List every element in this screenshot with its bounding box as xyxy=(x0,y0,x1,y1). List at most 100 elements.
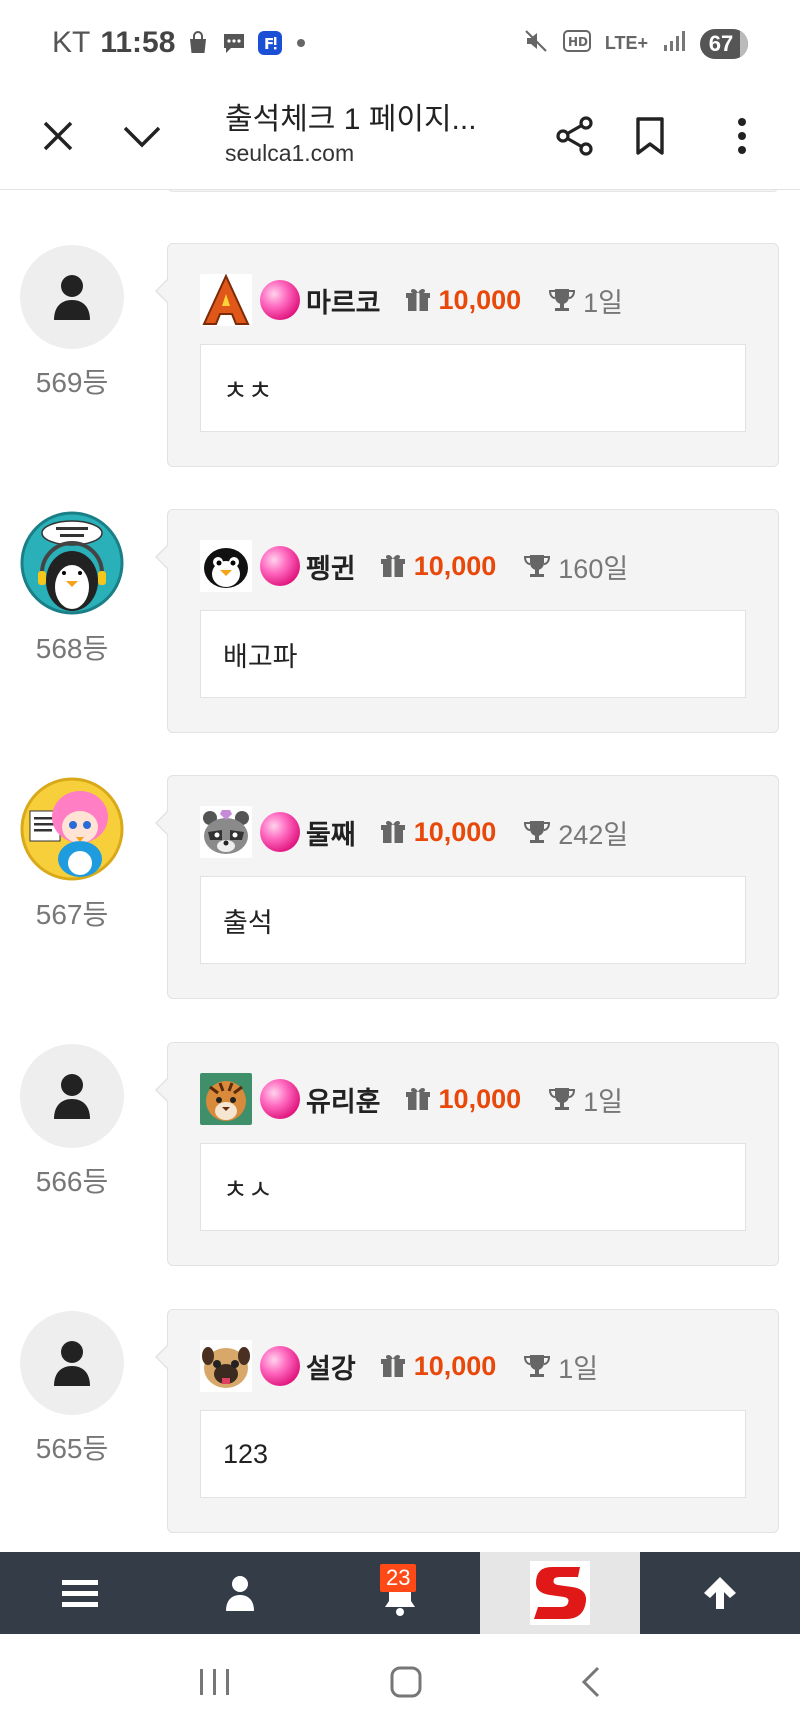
site-logo-icon xyxy=(530,1561,590,1625)
pug-icon xyxy=(200,1340,252,1392)
streak-days: 1일 xyxy=(583,287,623,318)
avatar[interactable] xyxy=(20,777,124,881)
status-left: KT 11:58 F xyxy=(52,26,306,60)
streak-days: 1일 xyxy=(558,1353,599,1384)
avatar[interactable] xyxy=(20,511,124,615)
share-icon xyxy=(556,116,593,156)
attendance-message: ㅊㅊ xyxy=(200,344,746,432)
list-item: 567등 둘째 10,000 242일 출석 xyxy=(0,775,800,1005)
entry-meta: 펭귄 10,000 160일 xyxy=(200,540,628,592)
nickname[interactable]: 둘째 xyxy=(306,813,356,852)
notifications-button[interactable]: 23 xyxy=(320,1552,480,1634)
clock: 11:58 xyxy=(100,26,176,59)
rank-label: 566등 xyxy=(35,1166,109,1197)
points-value: 10,000 xyxy=(413,816,497,847)
hd-icon: HD xyxy=(562,30,591,57)
menu-button[interactable] xyxy=(0,1552,160,1634)
battery-indicator: 67 xyxy=(700,28,748,59)
nickname[interactable]: 유리훈 xyxy=(306,1080,381,1119)
gift-icon xyxy=(380,819,406,845)
network-type-label: LTE+ xyxy=(604,33,648,53)
recent-apps-button[interactable] xyxy=(178,1657,252,1712)
home-icon xyxy=(390,1666,422,1697)
avatar[interactable] xyxy=(20,245,124,349)
more-notifications-dot xyxy=(297,39,306,47)
entry-meta: 둘째 10,000 242일 xyxy=(200,806,628,858)
entry-meta: 마르코 10,000 1일 xyxy=(200,274,623,326)
streak-days: 160일 xyxy=(558,553,629,584)
default-user-icon xyxy=(54,1341,90,1386)
nickname[interactable]: 마르코 xyxy=(306,281,381,320)
entry-meta: 유리훈 10,000 1일 xyxy=(200,1073,623,1125)
entry-card: 유리훈 10,000 1일 ㅊㅅ xyxy=(155,1042,779,1266)
gift-icon xyxy=(380,553,406,579)
page-title: 출석체크 1 페이지... xyxy=(225,103,477,136)
svg-text:HD: HD xyxy=(568,35,588,49)
penguin-icon xyxy=(200,540,252,592)
entry-meta: 설강 10,000 1일 xyxy=(200,1340,598,1392)
attendance-message: 배고파 xyxy=(200,610,746,698)
nickname[interactable]: 펭귄 xyxy=(306,547,356,586)
default-user-icon xyxy=(54,1074,90,1119)
avatar[interactable] xyxy=(20,1311,124,1415)
message-text: 배고파 xyxy=(223,641,298,672)
system-navigation-bar xyxy=(0,1634,800,1734)
attendance-message: ㅊㅅ xyxy=(200,1143,746,1231)
entry-card: 마르코 10,000 1일 ㅊㅊ xyxy=(155,243,779,467)
hamburger-menu-icon xyxy=(62,1580,98,1607)
back-button[interactable] xyxy=(560,1655,622,1714)
bookmark-icon xyxy=(636,117,664,155)
share-button[interactable] xyxy=(545,106,605,166)
trophy-icon xyxy=(524,1353,551,1379)
rank-label: 568등 xyxy=(35,633,109,664)
arrow-up-icon xyxy=(704,1577,736,1609)
avatar[interactable] xyxy=(20,1044,124,1148)
svg-text:F: F xyxy=(264,35,274,53)
status-right: HD LTE+ 67 xyxy=(523,28,748,59)
mute-icon xyxy=(523,28,549,59)
close-button[interactable] xyxy=(28,106,88,166)
message-text: 출석 xyxy=(223,907,273,938)
entry-card: 설강 10,000 1일 123 xyxy=(155,1309,779,1533)
trophy-icon xyxy=(524,819,551,845)
list-item: 569등 마르코 10,000 1일 ㅊㅊ xyxy=(0,243,800,473)
home-logo-button[interactable] xyxy=(480,1552,640,1634)
shopping-bag-icon xyxy=(185,30,211,56)
rank-label: 567등 xyxy=(35,899,109,930)
home-button[interactable] xyxy=(369,1655,443,1714)
list-item: 566등 유리훈 10,000 1일 ㅊㅅ xyxy=(0,1042,800,1272)
scroll-top-button[interactable] xyxy=(640,1552,800,1634)
status-bar: KT 11:58 F HD LTE+ 67 xyxy=(0,0,800,86)
level-gem-icon xyxy=(260,1079,300,1119)
level-gem-icon xyxy=(260,280,300,320)
signal-icon xyxy=(662,29,686,58)
close-icon xyxy=(43,121,73,151)
list-item: 565등 설강 10,000 1일 123 xyxy=(0,1309,800,1539)
attendance-message: 123 xyxy=(200,1410,746,1498)
browser-header: 출석체크 1 페이지... seulca1.com xyxy=(0,86,800,190)
attendance-feed[interactable]: 569등 마르코 10,000 1일 ㅊㅊ 568등 펭귄 10,000 160… xyxy=(0,190,800,1552)
raccoon-icon xyxy=(200,806,252,858)
profile-button[interactable] xyxy=(160,1552,320,1634)
notification-count-badge: 23 xyxy=(380,1564,417,1592)
message-text: ㅊㅅ xyxy=(223,1174,273,1205)
nickname[interactable]: 설강 xyxy=(306,1347,356,1386)
message-text: 123 xyxy=(223,1438,269,1469)
collapse-button[interactable] xyxy=(112,106,172,166)
penguin-avatar xyxy=(20,511,124,615)
gift-icon xyxy=(380,1353,406,1379)
bottom-navigation: 23 xyxy=(0,1552,800,1634)
entry-card: 둘째 10,000 242일 출석 xyxy=(155,775,779,999)
trophy-icon xyxy=(524,553,551,579)
previous-entry-card xyxy=(167,190,779,192)
bookmark-button[interactable] xyxy=(620,106,680,166)
rank-label: 569등 xyxy=(35,367,109,398)
gift-icon xyxy=(405,1086,431,1112)
chevron-down-icon xyxy=(123,126,161,148)
streak-days: 242일 xyxy=(558,819,629,850)
more-menu-button[interactable] xyxy=(712,106,772,166)
penguin-girl-avatar xyxy=(20,777,124,881)
letter-a-icon xyxy=(200,274,252,326)
recent-apps-icon xyxy=(200,1668,230,1695)
entry-card: 펭귄 10,000 160일 배고파 xyxy=(155,509,779,733)
